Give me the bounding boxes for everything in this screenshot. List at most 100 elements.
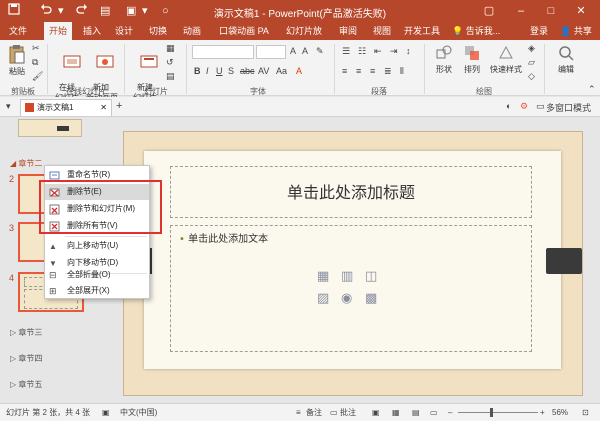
tab-insert[interactable]: 插入	[80, 22, 104, 40]
decrease-font-icon[interactable]: A	[302, 46, 308, 56]
tab-view[interactable]: 视图	[370, 22, 394, 40]
menu-item-expand-all[interactable]: ⊞ 全部展开(X)	[45, 283, 149, 299]
fit-to-window-icon[interactable]: ⊡	[582, 405, 589, 421]
arrange-button[interactable]: 排列	[460, 44, 484, 75]
settings-icon[interactable]: ⚙	[520, 101, 528, 112]
login-link[interactable]: 登录	[528, 22, 550, 40]
insert-chart-icon[interactable]: ▥	[341, 268, 353, 284]
insert-table-icon[interactable]: ▦	[317, 268, 329, 284]
align-left-icon[interactable]: ≡	[342, 66, 347, 76]
body-placeholder[interactable]: • 单击此处添加文本 ▦ ▥ ◫ ▨ ◉ ▩	[170, 225, 532, 352]
menu-item-move-section-up[interactable]: ▲ 向上移动节(U)	[45, 238, 149, 254]
shape-outline-icon[interactable]: ▱	[528, 57, 535, 68]
tab-menu-icon[interactable]: ▾	[6, 101, 11, 112]
decrease-indent-icon[interactable]: ⇤	[374, 46, 382, 57]
share-button[interactable]: 👤 共享	[556, 22, 596, 40]
skin-icon[interactable]: ◐	[506, 101, 511, 111]
minimize-icon[interactable]: –	[506, 0, 536, 22]
align-center-icon[interactable]: ≡	[356, 66, 361, 76]
slideshow-view-icon[interactable]: ▭	[430, 405, 438, 421]
multi-window-label[interactable]: 多窗口模式	[546, 101, 591, 114]
multi-window-icon[interactable]: ▭	[536, 101, 545, 112]
title-placeholder[interactable]: 单击此处添加标题	[170, 166, 532, 218]
cut-icon[interactable]: ✂	[32, 43, 40, 54]
bullets-icon[interactable]: ☰	[342, 46, 350, 57]
font-size-select[interactable]	[256, 45, 286, 59]
find-icon	[559, 46, 574, 61]
zoom-level[interactable]: 56%	[552, 405, 568, 421]
zoom-out-icon[interactable]: –	[448, 405, 452, 421]
comments-button[interactable]: 批注	[340, 405, 356, 421]
align-right-icon[interactable]: ≡	[370, 66, 375, 76]
paste-button[interactable]: 粘贴	[6, 44, 28, 77]
reset-icon[interactable]: ↺	[166, 57, 174, 68]
slide-number-3: 3	[9, 223, 15, 233]
slide-number-4: 4	[9, 273, 15, 283]
normal-view-icon[interactable]: ▣	[372, 405, 380, 421]
ribbon-home: 粘贴 ✂ ⧉ 🖌 剪贴板 在线 幻灯片 新加 新动画页 在线幻灯片 新建 幻灯片…	[0, 40, 600, 102]
numbering-icon[interactable]: ☷	[358, 46, 366, 57]
justify-icon[interactable]: ≣	[384, 66, 392, 77]
tab-pocket-animation[interactable]: 口袋动画 PA	[216, 22, 272, 40]
close-icon[interactable]: ✕	[566, 0, 596, 22]
increase-font-icon[interactable]: A	[290, 46, 296, 56]
tab-design[interactable]: 设计	[112, 22, 136, 40]
insert-video-icon[interactable]: ▩	[365, 290, 377, 306]
insert-picture-icon[interactable]: ▨	[317, 290, 329, 306]
tab-home[interactable]: 开始	[44, 22, 72, 40]
bold-icon[interactable]: B	[194, 66, 201, 76]
language-indicator[interactable]: 中文(中国)	[120, 405, 157, 421]
copy-icon[interactable]: ⧉	[32, 57, 38, 68]
columns-icon[interactable]: ⫴	[400, 66, 404, 77]
reading-view-icon[interactable]: ▤	[412, 405, 420, 421]
ribbon-display-icon[interactable]: ▢	[474, 0, 504, 22]
document-tab[interactable]: 演示文稿1 ✕	[20, 99, 112, 116]
underline-icon[interactable]: U	[216, 66, 223, 76]
section-label-4[interactable]: ▷ 章节四	[10, 353, 42, 364]
insert-online-picture-icon[interactable]: ◉	[341, 290, 352, 306]
tab-slideshow[interactable]: 幻灯片放映	[282, 22, 326, 54]
section-label-5[interactable]: ▷ 章节五	[10, 379, 42, 390]
menu-item-collapse-all[interactable]: ⊟ 全部折叠(O)	[45, 267, 149, 283]
close-tab-icon[interactable]: ✕	[100, 100, 107, 116]
shape-effects-icon[interactable]: ◇	[528, 71, 535, 82]
clear-format-icon[interactable]: ✎	[316, 46, 324, 57]
char-spacing-icon[interactable]: AV	[258, 66, 269, 76]
slide-thumbnail-1[interactable]	[18, 119, 82, 137]
section-label-2[interactable]: ◢ 章节二	[10, 158, 42, 169]
font-name-select[interactable]	[192, 45, 254, 59]
editing-button[interactable]: 编辑	[552, 44, 580, 75]
shapes-button[interactable]: 形状	[432, 44, 456, 75]
change-case-icon[interactable]: Aa	[276, 66, 287, 76]
tab-animations[interactable]: 动画	[180, 22, 204, 40]
increase-indent-icon[interactable]: ⇥	[390, 46, 398, 57]
section-icon[interactable]: ▤	[166, 71, 175, 82]
italic-icon[interactable]: I	[206, 66, 209, 76]
tell-me-box[interactable]: 💡 告诉我...	[452, 22, 508, 40]
quick-styles-button[interactable]: 快速样式	[488, 44, 524, 75]
shadow-icon[interactable]: S	[228, 66, 234, 76]
new-tab-icon[interactable]: +	[116, 100, 122, 112]
strikethrough-icon[interactable]: abc	[240, 66, 255, 76]
notes-icon[interactable]: ≡	[296, 405, 301, 421]
format-painter-icon[interactable]: 🖌	[32, 71, 43, 82]
shape-fill-icon[interactable]: ◈	[528, 43, 535, 54]
spellcheck-icon[interactable]: ▣	[102, 405, 110, 421]
zoom-in-icon[interactable]: +	[540, 405, 545, 421]
tab-file[interactable]: 文件	[4, 22, 32, 40]
notes-button[interactable]: 备注	[306, 405, 322, 421]
zoom-slider-thumb[interactable]	[490, 408, 493, 417]
tab-review[interactable]: 审阅	[336, 22, 360, 40]
slide-sorter-icon[interactable]: ▦	[392, 405, 400, 421]
tab-developer[interactable]: 开发工具	[404, 22, 440, 40]
comments-icon[interactable]: ▭	[330, 405, 338, 421]
insert-smartart-icon[interactable]: ◫	[365, 268, 377, 284]
font-color-icon[interactable]: A	[296, 66, 302, 76]
collapse-ribbon-icon[interactable]: ⌃	[588, 84, 596, 95]
section-label-3[interactable]: ▷ 章节三	[10, 327, 42, 338]
layout-icon[interactable]: ▦	[166, 43, 175, 54]
zoom-slider[interactable]	[458, 412, 538, 413]
maximize-icon[interactable]: □	[536, 0, 566, 22]
tab-transitions[interactable]: 切换	[146, 22, 170, 40]
line-spacing-icon[interactable]: ↕	[406, 46, 411, 56]
